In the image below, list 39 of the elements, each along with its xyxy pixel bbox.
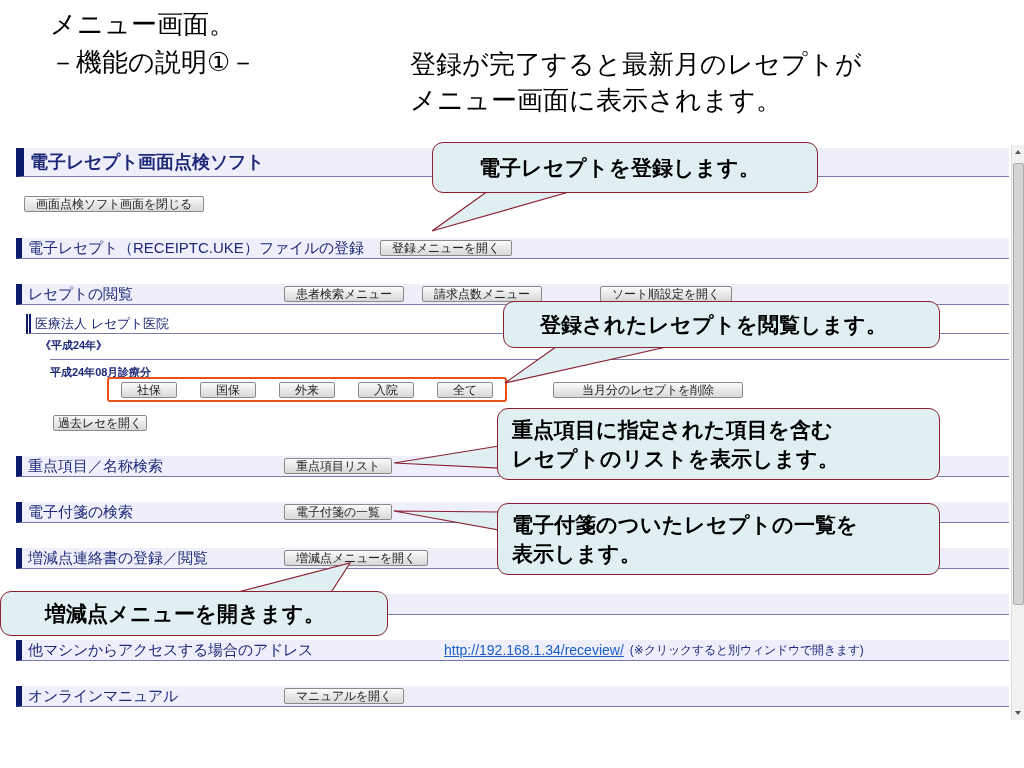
clinic-name: 医療法人 レセプト医院 <box>34 314 169 333</box>
menu-button[interactable]: 登録メニューを開く <box>379 240 512 256</box>
section-title: オンラインマニュアル <box>27 686 179 706</box>
section-title: 他マシンからアクセスする場合のアドレス <box>27 640 314 660</box>
menu-button[interactable]: 電子付箋の一覧 <box>284 504 392 520</box>
callout: 電子付箋のついたレセプトの一覧を表示します。 <box>497 503 940 575</box>
filter-button[interactable]: 国保 <box>199 381 256 398</box>
section-title: 電子付箋の検索 <box>27 502 134 522</box>
close-button[interactable]: 画面点検ソフト画面を閉じる <box>24 196 204 212</box>
app-title: 電子レセプト画面点検ソフト <box>29 151 264 174</box>
scrollbar[interactable] <box>1011 145 1024 720</box>
menu-button[interactable]: 請求点数メニュー <box>422 286 542 302</box>
menu-button[interactable]: 増減点メニューを開く <box>284 550 428 566</box>
slide-subtitle: －機能の説明①－ <box>50 46 258 79</box>
menu-button[interactable]: ソート順設定を開く <box>600 286 732 302</box>
address-link[interactable]: http://192.168.1.34/receview/ <box>444 642 624 658</box>
filter-button[interactable]: 入院 <box>358 381 415 398</box>
filter-button[interactable]: 社保 <box>120 381 177 398</box>
menu-button[interactable]: 重点項目リスト <box>284 458 392 474</box>
delete-button[interactable]: 当月分のレセプトを削除 <box>553 381 743 398</box>
menu-button[interactable]: マニュアルを開く <box>284 688 404 704</box>
callout: 重点項目に指定された項目を含むレセプトのリストを表示します。 <box>497 408 940 480</box>
section-title: 増減点連絡書の登録／閲覧 <box>27 548 209 568</box>
scroll-up-icon[interactable] <box>1015 150 1021 154</box>
slide-description: メニュー画面に表示されます。 <box>410 84 783 117</box>
scroll-down-icon[interactable] <box>1015 711 1021 715</box>
slide-description: 登録が完了すると最新月のレセプトが <box>410 48 862 81</box>
filter-button[interactable]: 外来 <box>278 381 335 398</box>
section-title: 重点項目／名称検索 <box>27 456 164 476</box>
year-heading: 《平成24年》 <box>40 338 109 353</box>
slide-title: メニュー画面。 <box>50 8 236 41</box>
month-heading: 平成24年08月診療分 <box>50 366 152 378</box>
past-receipts-button[interactable]: 過去レセを開く <box>53 415 147 431</box>
filter-button[interactable]: 全て <box>437 381 494 398</box>
scroll-thumb[interactable] <box>1012 163 1024 605</box>
section-title: 電子レセプト（RECEIPTC.UKE）ファイルの登録 <box>27 238 365 258</box>
section-title: レセプトの閲覧 <box>27 284 134 304</box>
menu-button[interactable]: 患者検索メニュー <box>284 286 404 302</box>
link-note: (※クリックすると別ウィンドウで開きます) <box>629 641 864 659</box>
